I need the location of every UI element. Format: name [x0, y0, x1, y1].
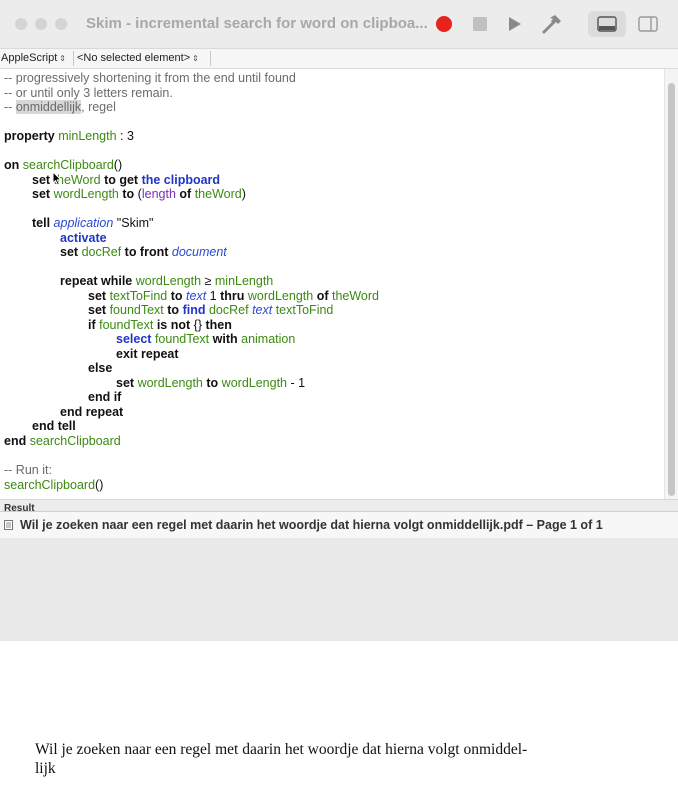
script-editor-window: Skim - incremental search for word on cl…	[0, 0, 678, 641]
code-line: if foundText is not {} then	[88, 318, 232, 332]
run-button[interactable]	[503, 12, 527, 36]
code-line: end searchClipboard	[4, 434, 121, 448]
element-popup[interactable]: <No selected element> ⇕	[77, 52, 199, 64]
chevron-updown-icon: ⇕	[59, 54, 66, 63]
compile-button[interactable]	[540, 12, 564, 36]
pdf-page-text: Wil je zoeken naar een regel met daarin …	[35, 740, 635, 778]
element-label: <No selected element>	[77, 52, 191, 64]
scroll-thumb[interactable]	[668, 83, 675, 496]
code-line: set docRef to front document	[60, 245, 227, 259]
code-line: else	[88, 361, 113, 375]
result-row[interactable]: Wil je zoeken naar een regel met daarin …	[0, 511, 678, 539]
editor-scrollbar[interactable]	[664, 69, 678, 499]
code-line: set wordLength to (length of theWord)	[32, 187, 246, 201]
navigation-bar: AppleScript ⇕ <No selected element> ⇕	[0, 49, 678, 69]
code-line: -- onmiddellijk, regel	[4, 100, 116, 114]
language-popup[interactable]: AppleScript ⇕	[1, 52, 66, 64]
separator	[210, 51, 211, 66]
result-pane	[0, 538, 678, 641]
code-line: repeat while wordLength ≥ minLength	[60, 274, 274, 288]
code-line: end tell	[32, 419, 76, 433]
mouse-pointer-icon	[52, 171, 62, 186]
side-panel-icon	[638, 16, 658, 32]
code-line: select foundText with animation	[116, 332, 296, 346]
hammer-icon	[542, 15, 561, 34]
code-line: -- progressively shortening it from the …	[4, 71, 296, 85]
code-line: end repeat	[60, 405, 124, 419]
code-line: exit repeat	[116, 347, 179, 361]
run-icon	[509, 17, 521, 31]
toggle-sidebar-button[interactable]	[636, 12, 660, 36]
code-line: end if	[88, 390, 122, 404]
window-title: Skim - incremental search for word on cl…	[86, 15, 428, 32]
record-button[interactable]	[432, 12, 456, 36]
pdf-text-line: lijk	[35, 760, 56, 777]
code-line: set textToFind to text 1 thru wordLength…	[88, 289, 379, 303]
stop-button[interactable]	[468, 12, 492, 36]
record-icon	[436, 16, 452, 32]
result-value: Wil je zoeken naar een regel met daarin …	[20, 518, 603, 532]
language-label: AppleScript	[1, 52, 58, 64]
code-line: set wordLength to wordLength - 1	[116, 376, 306, 390]
toggle-result-pane-button[interactable]	[588, 11, 626, 37]
bottom-panel-icon	[597, 16, 617, 32]
pdf-text-line: Wil je zoeken naar een regel met daarin …	[35, 741, 528, 758]
document-icon	[4, 520, 13, 530]
stop-icon	[473, 17, 487, 31]
code-line: set foundText to find docRef text textTo…	[88, 303, 334, 317]
script-editor[interactable]: -- progressively shortening it from the …	[0, 69, 664, 499]
title-bar[interactable]: Skim - incremental search for word on cl…	[0, 0, 678, 49]
separator	[73, 51, 74, 66]
code-line: -- or until only 3 letters remain.	[4, 86, 173, 100]
code-line: searchClipboard()	[4, 478, 104, 492]
code-line: property minLength : 3	[4, 129, 134, 143]
chevron-updown-icon: ⇕	[192, 54, 199, 63]
minimize-window-button[interactable]	[35, 18, 47, 30]
code-line: -- Run it:	[4, 463, 52, 477]
close-window-button[interactable]	[15, 18, 27, 30]
zoom-window-button[interactable]	[55, 18, 67, 30]
code-line: tell application "Skim"	[32, 216, 154, 230]
selected-text[interactable]: onmiddellijk	[15, 100, 82, 114]
code-line: on searchClipboard()	[4, 158, 123, 172]
code-line: activate	[60, 231, 107, 245]
